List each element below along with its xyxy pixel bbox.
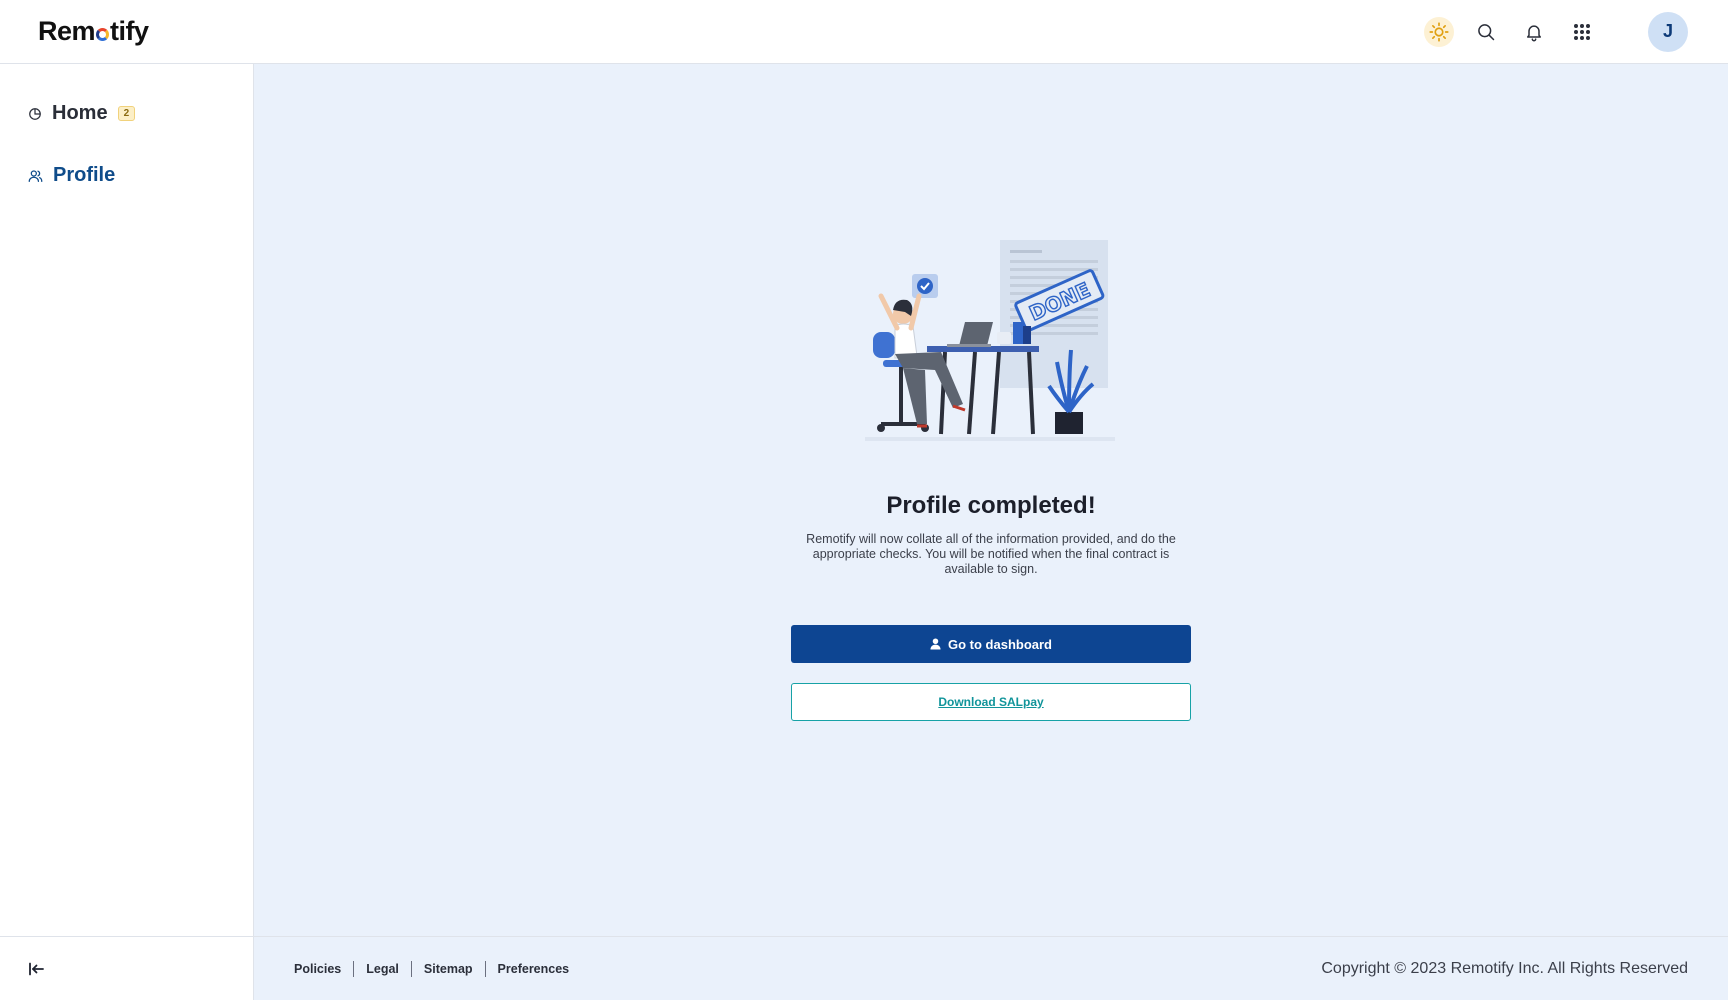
pie-chart-icon <box>29 107 41 120</box>
search-icon <box>1478 23 1495 40</box>
apps-button[interactable] <box>1566 16 1598 48</box>
footer-link-legal[interactable]: Legal <box>353 960 411 977</box>
footer-links: Policies Legal Sitemap Preferences <box>294 960 582 977</box>
footer-link-sitemap[interactable]: Sitemap <box>410 960 485 977</box>
main-content: DONE Profile completed! Remotify will no… <box>254 64 1728 936</box>
footer-link-policies[interactable]: Policies <box>294 961 353 977</box>
user-avatar[interactable]: J <box>1648 11 1688 52</box>
go-to-dashboard-label: Go to dashboard <box>948 636 1052 652</box>
download-salpay-button[interactable]: Download SALpay <box>791 683 1191 721</box>
sidebar-footer <box>0 936 254 1000</box>
collapse-sidebar-icon[interactable] <box>28 962 44 976</box>
sidebar-item-home[interactable]: Home 2 <box>28 102 136 125</box>
search-button[interactable] <box>1470 16 1502 48</box>
bell-icon <box>1527 24 1541 41</box>
top-header: Rem tify J <box>0 0 1728 64</box>
footer-link-preferences[interactable]: Preferences <box>484 960 582 977</box>
sidebar-item-profile[interactable]: Profile <box>28 164 115 187</box>
remotify-logo[interactable]: Rem tify <box>38 16 149 47</box>
profile-done-illustration: DONE <box>865 240 1115 441</box>
completion-description: Remotify will now collate all of the inf… <box>806 532 1176 576</box>
go-to-dashboard-button[interactable]: Go to dashboard <box>791 625 1191 663</box>
logo-text-prefix: Rem <box>38 16 96 46</box>
users-icon <box>28 169 43 182</box>
copyright-text: Copyright © 2023 Remotify Inc. All Right… <box>1321 959 1688 977</box>
theme-toggle-button[interactable] <box>1424 16 1454 47</box>
home-count-badge: 2 <box>117 106 136 121</box>
header-tools: J <box>1424 11 1688 52</box>
grid-icon <box>1574 23 1590 40</box>
sun-icon <box>1429 21 1449 42</box>
page-title: Profile completed! <box>886 492 1096 519</box>
user-icon <box>930 638 941 650</box>
notifications-button[interactable] <box>1518 16 1550 48</box>
page-footer: Policies Legal Sitemap Preferences Copyr… <box>254 936 1728 1000</box>
sidebar: Home 2 Profile <box>0 64 254 1000</box>
sidebar-item-home-label: Home <box>52 102 108 124</box>
logo-o-icon <box>96 27 110 41</box>
sidebar-item-profile-label: Profile <box>53 164 116 186</box>
logo-text-suffix: tify <box>110 16 149 46</box>
download-salpay-label: Download SALpay <box>938 695 1044 709</box>
